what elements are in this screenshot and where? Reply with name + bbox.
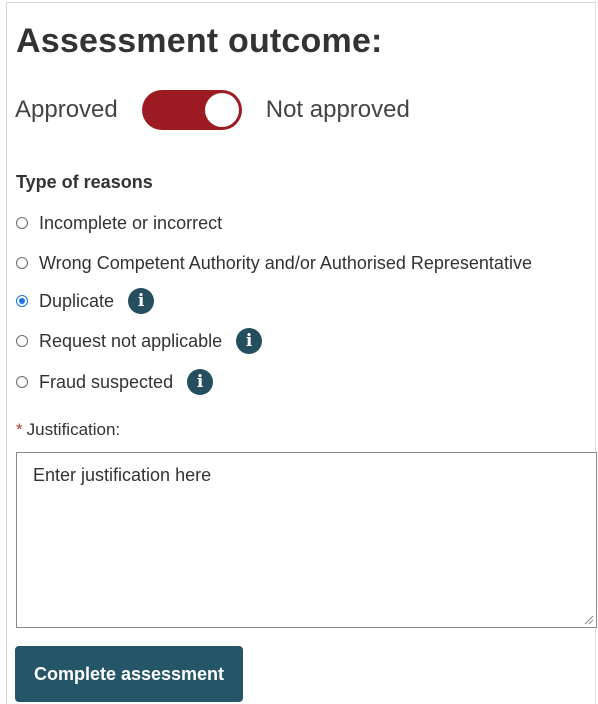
reason-option-wrong-authority[interactable]: Wrong Competent Authority and/or Authori…: [16, 248, 532, 278]
resize-grip-icon[interactable]: [582, 613, 594, 625]
approved-label: Approved: [15, 96, 118, 123]
outcome-toggle-switch[interactable]: [141, 90, 242, 130]
required-marker: *: [16, 420, 23, 439]
not-approved-label: Not approved: [265, 96, 410, 123]
reason-label: Incomplete or incorrect: [39, 212, 223, 233]
outcome-toggle-row: Approved Not approved: [15, 90, 410, 130]
radio-incomplete[interactable]: [16, 217, 28, 229]
reason-label: Duplicate: [39, 290, 115, 311]
justification-label-text: Justification:: [26, 420, 121, 439]
reason-label: Request not applicable: [39, 330, 223, 351]
reason-option-incomplete[interactable]: Incomplete or incorrect: [16, 208, 222, 238]
radio-not-applicable[interactable]: [16, 335, 28, 347]
info-icon[interactable]: i: [236, 328, 263, 354]
justification-label: * Justification:: [16, 420, 120, 440]
reason-option-fraud[interactable]: Fraud suspected i: [16, 367, 214, 397]
complete-assessment-button[interactable]: Complete assessment: [15, 646, 243, 702]
toggle-knob: [204, 93, 239, 127]
justification-field-wrapper: [16, 452, 597, 628]
radio-duplicate[interactable]: [16, 295, 28, 307]
justification-textarea[interactable]: [17, 453, 596, 627]
info-icon[interactable]: i: [187, 369, 214, 395]
reason-option-not-applicable[interactable]: Request not applicable i: [16, 326, 263, 356]
radio-wrong-authority[interactable]: [16, 257, 28, 269]
reasons-heading: Type of reasons: [16, 172, 153, 192]
info-icon[interactable]: i: [128, 288, 155, 314]
radio-fraud[interactable]: [16, 376, 28, 388]
reason-label: Wrong Competent Authority and/or Authori…: [39, 252, 532, 273]
page-title: Assessment outcome:: [16, 22, 383, 60]
reason-option-duplicate[interactable]: Duplicate i: [16, 286, 155, 316]
reason-label: Fraud suspected: [39, 371, 174, 392]
